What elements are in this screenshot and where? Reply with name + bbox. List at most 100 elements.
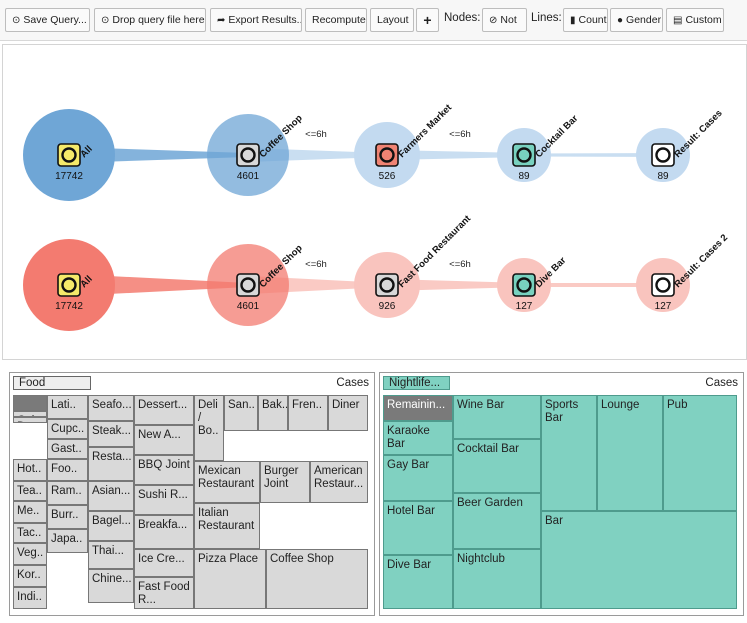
food-cell[interactable]: Italian Restaurant: [194, 503, 260, 549]
food-cell[interactable]: Burr..: [47, 505, 88, 529]
food-cell[interactable]: Cupc..: [47, 419, 88, 439]
flow-row-2: <=6h <=6h17742All4601Coffee Shop926Fast F…: [23, 213, 730, 331]
nightlife-cell[interactable]: Sports Bar: [541, 395, 597, 511]
food-cell[interactable]: Deli / Bo..: [194, 395, 224, 461]
flow-node[interactable]: 526Farmers Market: [354, 102, 455, 188]
food-cell[interactable]: BBQ Joint: [134, 455, 194, 485]
food-cell[interactable]: Hot..: [13, 459, 47, 481]
custom-label: Custom: [685, 14, 722, 26]
food-cases-label: Cases: [336, 377, 369, 389]
file-icon: ▤: [673, 15, 683, 26]
flow-node[interactable]: 17742All: [23, 109, 115, 201]
food-cell[interactable]: Sushi R...: [134, 485, 194, 515]
layout-label: Layout: [377, 14, 409, 26]
flow-node[interactable]: 17742All: [23, 239, 115, 331]
nightlife-cell[interactable]: Karaoke Bar: [383, 421, 453, 455]
food-cell[interactable]: Breakfa...: [134, 515, 194, 549]
food-cell[interactable]: Foo..: [47, 459, 88, 481]
drop-query-button[interactable]: ⊙ Drop query file here!: [94, 8, 206, 32]
nightlife-cell[interactable]: Nightclub: [453, 549, 541, 609]
flow-graph: <=6h <=6h 17742 All 4601 Coffee Shop 526 Farmer…: [2, 44, 747, 360]
food-cell[interactable]: Indi..: [13, 587, 47, 609]
food-cell[interactable]: Kor..: [13, 565, 47, 587]
time-gap-label: <=6h: [449, 129, 471, 140]
nodes-label: Nodes:: [444, 12, 481, 24]
food-cell[interactable]: Mexican Restaurant: [194, 461, 260, 503]
toolbar: ⊙ Save Query... ⊙ Drop query file here! ➦ E…: [0, 0, 747, 41]
share-icon: ➦: [217, 15, 226, 26]
food-tab[interactable]: Food: [13, 376, 91, 390]
food-cell[interactable]: Diner: [328, 395, 368, 431]
layout-button[interactable]: Layout: [370, 8, 414, 32]
lines-label: Lines:: [531, 12, 562, 24]
food-cell[interactable]: Asian...: [88, 481, 134, 511]
food-cell[interactable]: New A...: [134, 425, 194, 455]
bar-chart-icon: ▮: [570, 15, 576, 26]
node-category-icon: [512, 273, 536, 297]
food-cell[interactable]: San..: [224, 395, 258, 431]
nightlife-cell[interactable]: Pub: [663, 395, 737, 511]
export-results-label: Export Results...: [228, 14, 302, 26]
flow-node[interactable]: 89Cocktail Bar: [497, 113, 581, 182]
food-cell[interactable]: Bak..: [258, 395, 288, 431]
nightlife-tab[interactable]: Nightlife...: [383, 376, 450, 390]
plus-icon: +: [423, 12, 432, 28]
food-cell[interactable]: Tac..: [13, 523, 47, 543]
save-query-button[interactable]: ⊙ Save Query...: [5, 8, 90, 32]
nightlife-cell[interactable]: Beer Garden: [453, 493, 541, 549]
food-cell[interactable]: [13, 395, 47, 411]
flow-row-1: <=6h <=6h17742All4601Coffee Shop526Farmer…: [23, 102, 725, 201]
node-label: Fast Food Restaurant: [396, 213, 473, 290]
node-label: Result: Cases: [672, 108, 724, 160]
food-cell[interactable]: Fast Food R...: [134, 577, 194, 609]
nightlife-cell[interactable]: Dive Bar: [383, 555, 453, 609]
food-cell[interactable]: Dessert...: [134, 395, 194, 425]
food-cell[interactable]: Ram..: [47, 481, 88, 505]
node-count: 526: [379, 171, 396, 182]
food-cell[interactable]: Steak...: [88, 421, 134, 447]
node-count: 89: [657, 171, 669, 182]
food-cell[interactable]: Pizza Place: [194, 549, 266, 609]
export-results-button[interactable]: ➦ Export Results...: [210, 8, 302, 32]
food-cell[interactable]: Chine...: [88, 569, 134, 603]
food-cell[interactable]: Seafo...: [88, 395, 134, 421]
gender-button[interactable]: ● Gender: [610, 8, 663, 32]
food-cell[interactable]: Bagel...: [88, 511, 134, 541]
food-cell[interactable]: Gast..: [47, 439, 88, 459]
node-count: 926: [379, 301, 396, 312]
food-cell[interactable]: Japa..: [47, 529, 88, 553]
food-cell[interactable]: Resta...: [88, 447, 134, 481]
nightlife-cell[interactable]: Hotel Bar: [383, 501, 453, 555]
food-cell[interactable]: Lati..: [47, 395, 88, 419]
recompute-button[interactable]: Recompute: [305, 8, 367, 32]
nightlife-cell[interactable]: Lounge: [597, 395, 663, 511]
food-cell[interactable]: Fren..: [288, 395, 328, 431]
nightlife-cell[interactable]: Remainin...: [383, 395, 453, 421]
flow-node[interactable]: 89Result: Cases: [636, 108, 725, 182]
nightlife-cell[interactable]: Cocktail Bar: [453, 439, 541, 493]
add-button[interactable]: +: [416, 8, 439, 32]
food-cell[interactable]: Veg..: [13, 543, 47, 565]
nightlife-cases-label: Cases: [705, 377, 738, 389]
count-button[interactable]: ▮ Count: [563, 8, 608, 32]
node-category-icon: [651, 273, 675, 297]
nightlife-cell[interactable]: Wine Bar: [453, 395, 541, 439]
node-count: 17742: [55, 301, 83, 312]
food-cell[interactable]: Burger Joint: [260, 461, 310, 503]
food-treemap: Food Cases Lati..Cuba..Donu..Cupc..Gast.…: [9, 372, 375, 616]
nightlife-cell[interactable]: Bar: [541, 511, 737, 609]
custom-button[interactable]: ▤ Custom: [666, 8, 724, 32]
not-button[interactable]: ⊘ Not: [482, 8, 527, 32]
node-label: Result: Cases 2: [672, 232, 730, 290]
flow-node[interactable]: 127Result: Cases 2: [636, 232, 730, 312]
food-cell[interactable]: Thai...: [88, 541, 134, 569]
food-cell[interactable]: Donu..: [13, 417, 47, 423]
food-cell[interactable]: Me..: [13, 501, 47, 523]
drop-query-label: Drop query file here!: [112, 14, 206, 26]
food-cell[interactable]: American Restaur...: [310, 461, 368, 503]
food-cell[interactable]: Tea..: [13, 481, 47, 501]
food-cell[interactable]: Coffee Shop: [266, 549, 368, 609]
food-cell[interactable]: Ice Cre...: [134, 549, 194, 577]
nightlife-cell[interactable]: Gay Bar: [383, 455, 453, 501]
node-count: 4601: [237, 301, 260, 312]
